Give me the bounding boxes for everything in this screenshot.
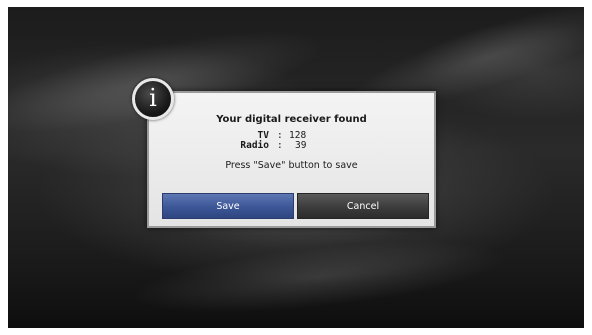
dialog-title: Your digital receiver found xyxy=(216,114,367,125)
background-streak xyxy=(125,227,511,327)
channel-scan-dialog: Your digital receiver found TV : 128 Rad… xyxy=(147,91,436,228)
info-glyph: i xyxy=(149,84,157,112)
radio-separator: : xyxy=(277,140,283,151)
radio-count-value: 39 xyxy=(295,140,307,151)
save-prompt: Press "Save" button to save xyxy=(225,160,358,171)
save-button-label: Save xyxy=(216,200,240,212)
cancel-button-label: Cancel xyxy=(346,200,380,212)
save-button[interactable]: Save xyxy=(162,193,294,219)
radio-count-row: Radio : 39 xyxy=(149,140,434,151)
radio-label: Radio xyxy=(240,140,269,151)
cancel-button[interactable]: Cancel xyxy=(297,193,429,219)
info-icon: i xyxy=(132,78,174,120)
